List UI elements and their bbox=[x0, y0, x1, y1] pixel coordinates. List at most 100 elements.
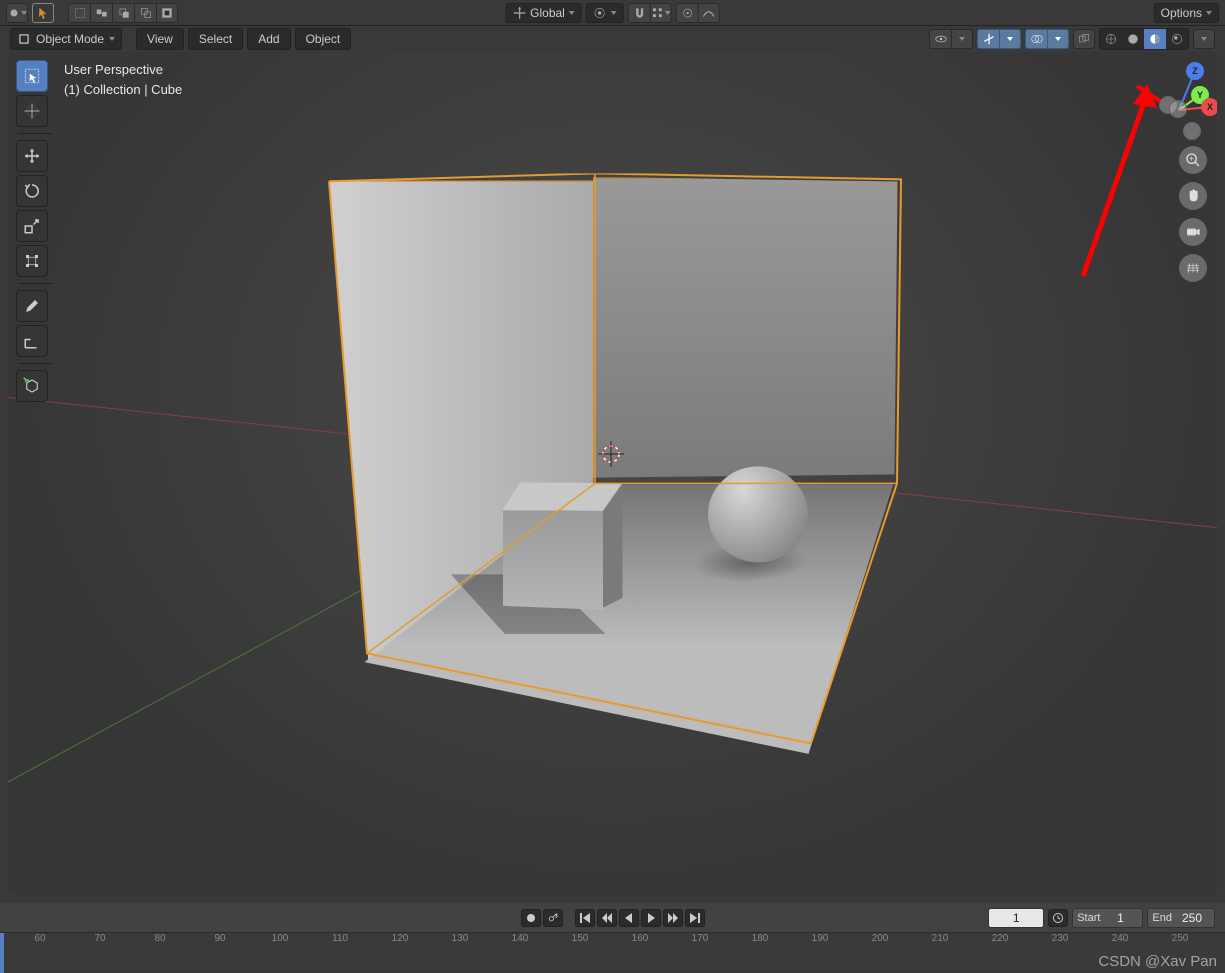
editor-icon bbox=[7, 6, 21, 20]
auto-keying-toggle[interactable] bbox=[521, 909, 541, 927]
collection-label: (1) Collection | Cube bbox=[64, 80, 182, 100]
editor-type-dropdown[interactable] bbox=[6, 3, 28, 23]
cursor-icon bbox=[36, 6, 50, 20]
visibility-toggle[interactable] bbox=[929, 29, 951, 49]
ruler-tick: 60 bbox=[34, 933, 45, 944]
rendered-shading-button[interactable] bbox=[1166, 29, 1188, 49]
keyframe-next-button[interactable] bbox=[663, 909, 683, 927]
current-frame-input[interactable]: 1 bbox=[988, 908, 1044, 928]
orientation-label: Global bbox=[530, 6, 565, 20]
play-reverse-button[interactable] bbox=[619, 909, 639, 927]
select-mode-1[interactable] bbox=[68, 3, 90, 23]
selection-mode-group bbox=[68, 3, 178, 23]
overlays-dropdown[interactable] bbox=[1047, 29, 1069, 49]
annotate-tool[interactable] bbox=[16, 290, 48, 322]
snap-mode-icon bbox=[651, 6, 665, 20]
top-header: Global Options bbox=[0, 0, 1225, 26]
xray-icon bbox=[1077, 32, 1091, 46]
playhead[interactable] bbox=[0, 933, 4, 973]
use-preview-range-toggle[interactable] bbox=[1048, 909, 1068, 927]
select-mode-3[interactable] bbox=[112, 3, 134, 23]
intersect-select-icon bbox=[139, 6, 153, 20]
jump-start-icon bbox=[580, 913, 590, 923]
options-dropdown[interactable]: Options bbox=[1154, 3, 1219, 23]
shading-dropdown[interactable] bbox=[1193, 29, 1215, 49]
visibility-dropdown[interactable] bbox=[951, 29, 973, 49]
solid-icon bbox=[1126, 32, 1140, 46]
proportional-toggle[interactable] bbox=[676, 3, 698, 23]
select-menu[interactable]: Select bbox=[188, 28, 243, 50]
select-mode-2[interactable] bbox=[90, 3, 112, 23]
object-menu[interactable]: Object bbox=[295, 28, 352, 50]
perspective-button[interactable] bbox=[1179, 254, 1207, 282]
xray-toggle[interactable] bbox=[1073, 29, 1095, 49]
ruler-tick: 190 bbox=[812, 933, 829, 944]
keyframe-prev-button[interactable] bbox=[597, 909, 617, 927]
zoom-button[interactable] bbox=[1179, 146, 1207, 174]
play-button[interactable] bbox=[641, 909, 661, 927]
material-shading-button[interactable] bbox=[1144, 29, 1166, 49]
orbit-gizmo[interactable]: Z Y X bbox=[1131, 62, 1207, 138]
cursor-tool-icon bbox=[23, 102, 41, 120]
add-primitive-tool[interactable]: + bbox=[16, 370, 48, 402]
select-mode-5[interactable] bbox=[156, 3, 178, 23]
select-tool[interactable] bbox=[16, 60, 48, 92]
frame-end-input[interactable]: End250 bbox=[1147, 908, 1215, 928]
measure-tool[interactable] bbox=[16, 325, 48, 357]
camera-button[interactable] bbox=[1179, 218, 1207, 246]
transform-orientation-dropdown[interactable]: Global bbox=[505, 3, 582, 23]
jump-end-button[interactable] bbox=[685, 909, 705, 927]
svg-text:+: + bbox=[26, 377, 31, 385]
options-label: Options bbox=[1161, 6, 1202, 20]
timeline-ruler[interactable]: 6070809010011012013014015016017018019020… bbox=[0, 933, 1225, 973]
kf-prev-icon bbox=[602, 913, 612, 923]
ruler-tick: 70 bbox=[94, 933, 105, 944]
cursor-tool[interactable] bbox=[16, 95, 48, 127]
gizmo-toggle[interactable] bbox=[977, 29, 999, 49]
proportional-icon bbox=[680, 6, 694, 20]
pan-button[interactable] bbox=[1179, 182, 1207, 210]
frame-start-input[interactable]: Start1 bbox=[1072, 908, 1143, 928]
second-header: Object Mode View Select Add Object bbox=[0, 26, 1225, 52]
overlays-toggle[interactable] bbox=[1025, 29, 1047, 49]
gizmo-neg-y[interactable] bbox=[1169, 100, 1187, 118]
viewport-right-widgets: Z Y X bbox=[1131, 62, 1207, 282]
proportional-dropdown[interactable] bbox=[698, 3, 720, 23]
invert-select-icon bbox=[160, 6, 174, 20]
play-icon bbox=[646, 913, 656, 923]
toolbar-select-button[interactable] bbox=[32, 3, 54, 23]
key-icon bbox=[548, 913, 558, 923]
gizmo-neg-z[interactable] bbox=[1183, 122, 1201, 140]
box-select-icon bbox=[73, 6, 87, 20]
ruler-tick: 90 bbox=[214, 933, 225, 944]
gizmo-z[interactable]: Z bbox=[1186, 62, 1204, 80]
ruler-tick: 110 bbox=[332, 933, 348, 944]
ruler-tick: 120 bbox=[392, 933, 409, 944]
3d-viewport[interactable]: User Perspective (1) Collection | Cube + bbox=[8, 52, 1217, 895]
ruler-tick: 130 bbox=[452, 933, 469, 944]
ruler-tick: 250 bbox=[1172, 933, 1189, 944]
matpreview-icon bbox=[1148, 32, 1162, 46]
subtract-select-icon bbox=[117, 6, 131, 20]
interaction-mode-dropdown[interactable]: Object Mode bbox=[10, 28, 122, 50]
gizmo-dropdown[interactable] bbox=[999, 29, 1021, 49]
jump-start-button[interactable] bbox=[575, 909, 595, 927]
add-cube-icon: + bbox=[23, 377, 41, 395]
select-mode-4[interactable] bbox=[134, 3, 156, 23]
timeline-header: 1 Start1 End250 bbox=[0, 903, 1225, 933]
pivot-dropdown[interactable] bbox=[586, 3, 624, 23]
snap-toggle[interactable] bbox=[628, 3, 650, 23]
gizmo-icon bbox=[982, 32, 996, 46]
rotate-tool[interactable] bbox=[16, 175, 48, 207]
snap-dropdown[interactable] bbox=[650, 3, 672, 23]
scale-tool[interactable] bbox=[16, 210, 48, 242]
jump-end-icon bbox=[690, 913, 700, 923]
gizmo-x[interactable]: X bbox=[1201, 98, 1217, 116]
solid-shading-button[interactable] bbox=[1122, 29, 1144, 49]
add-menu[interactable]: Add bbox=[247, 28, 290, 50]
transform-tool[interactable] bbox=[16, 245, 48, 277]
wireframe-shading-button[interactable] bbox=[1100, 29, 1122, 49]
move-tool[interactable] bbox=[16, 140, 48, 172]
view-menu[interactable]: View bbox=[136, 28, 184, 50]
keying-dropdown[interactable] bbox=[543, 909, 563, 927]
